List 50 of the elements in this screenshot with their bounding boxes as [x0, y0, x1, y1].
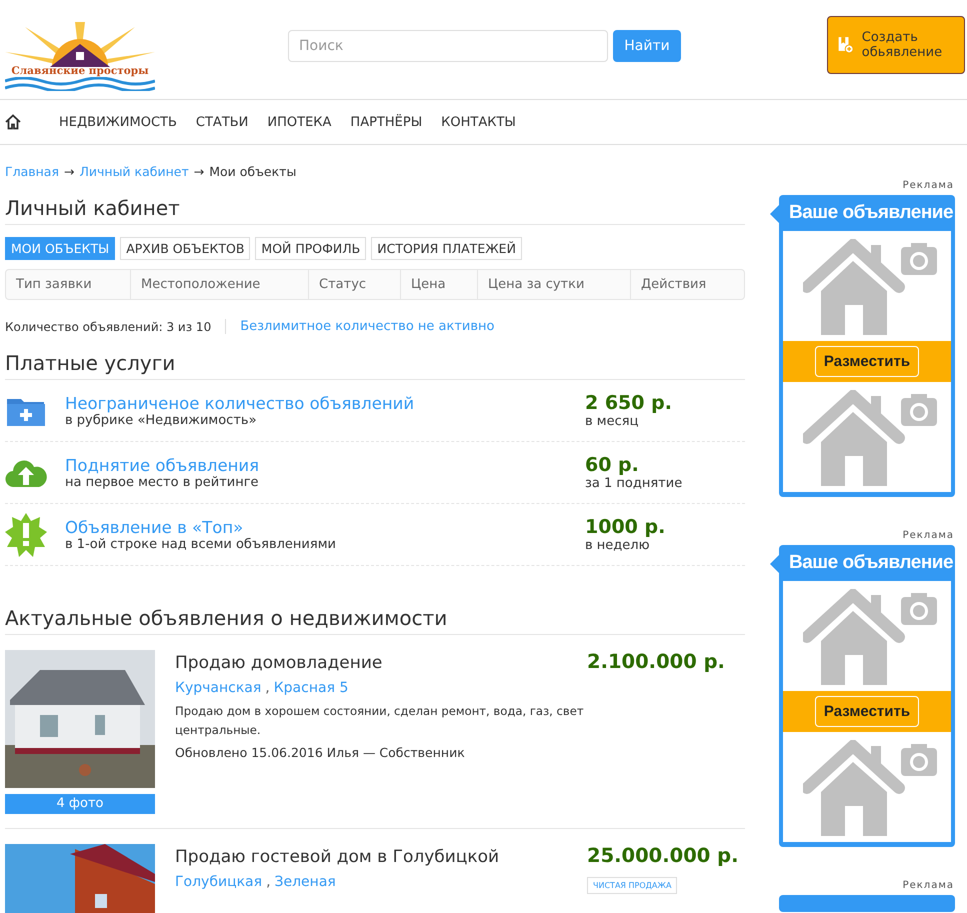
column-header: Тип заявки [6, 270, 131, 299]
column-header: Цена за сутки [478, 270, 631, 299]
listing-title[interactable]: Продаю домовладение [175, 653, 587, 673]
listing-meta: Обновлено 15.06.2016 Илья — Собственник [175, 745, 466, 760]
price-period: за 1 поднятие [585, 476, 682, 491]
section-heading: Платные услуги [5, 351, 745, 380]
nav-link[interactable]: КОНТАКТЫ [441, 114, 516, 130]
listing-price: 25.000.000 р. [587, 844, 739, 867]
tab[interactable]: МОЙ ПРОФИЛЬ [255, 237, 366, 260]
create-listing-button[interactable]: Создать обьявление [827, 16, 965, 74]
ad-label: Реклама [902, 180, 954, 191]
nav-link[interactable]: НЕДВИЖИМОСТЬ [59, 114, 177, 130]
ad-title: Ваше объявление [788, 201, 951, 225]
breadcrumb-separator: → [64, 164, 74, 179]
breadcrumb-current: Мои объекты [209, 164, 296, 179]
price-period: в месяц [585, 414, 640, 429]
ad-label: Реклама [902, 530, 954, 541]
column-header: Местоположение [131, 270, 309, 299]
location-separator: , [266, 874, 271, 890]
tab[interactable]: ИСТОРИЯ ПЛАТЕЖЕЙ [371, 237, 522, 260]
nav-link[interactable]: СТАТЬИ [196, 114, 248, 130]
column-header: Действия [640, 276, 708, 294]
logo[interactable]: Славянские просторы [5, 22, 155, 91]
section-heading: Личный кабинет [5, 196, 745, 225]
location-separator: , [265, 680, 270, 696]
column-header: Статус [309, 270, 401, 299]
service-description: в рубрике «Недвижимость» [65, 412, 258, 428]
section-heading: Актуальные объявления о недвижимости [5, 606, 745, 635]
price-period: в неделю [585, 538, 651, 553]
ad-title: Ваше объявление [788, 551, 951, 575]
tab[interactable]: АРХИВ ОБЪЕКТОВ [120, 237, 250, 260]
service-price: 1000 р. [585, 516, 666, 538]
service-description: на первое место в рейтинге [65, 474, 260, 490]
listing-count: Количество объявлений: 3 из 10 [5, 320, 212, 334]
listing-title[interactable]: Продаю гостевой дом в Голубицкой [175, 847, 587, 867]
nav-link[interactable]: ИПОТЕКА [267, 114, 332, 130]
breadcrumb-separator: → [194, 164, 204, 179]
service-price: 60 р. [585, 454, 640, 476]
service-price: 2 650 р. [585, 392, 672, 414]
nav-link[interactable]: ПАРТНЁРЫ [350, 114, 422, 130]
search-field[interactable]: Поиск [288, 30, 608, 62]
service-description: в 1-ой строке над всеми объявлениями [65, 536, 337, 552]
column-header: Цена [401, 270, 478, 299]
listing-price: 2.100.000 р. [587, 650, 725, 673]
listing-description: Продаю дом в хорошем состоянии, сделан ремонт, вода, газ, свет центральные. [175, 703, 585, 739]
ad-label: Реклама [902, 880, 954, 891]
sale-tag: ЧИСТАЯ ПРОДАЖА [587, 877, 678, 894]
logo-text: Славянские просторы [11, 65, 149, 77]
place-ad-button[interactable]: Разместить [814, 346, 920, 377]
place-ad-button[interactable]: Разместить [814, 696, 920, 727]
